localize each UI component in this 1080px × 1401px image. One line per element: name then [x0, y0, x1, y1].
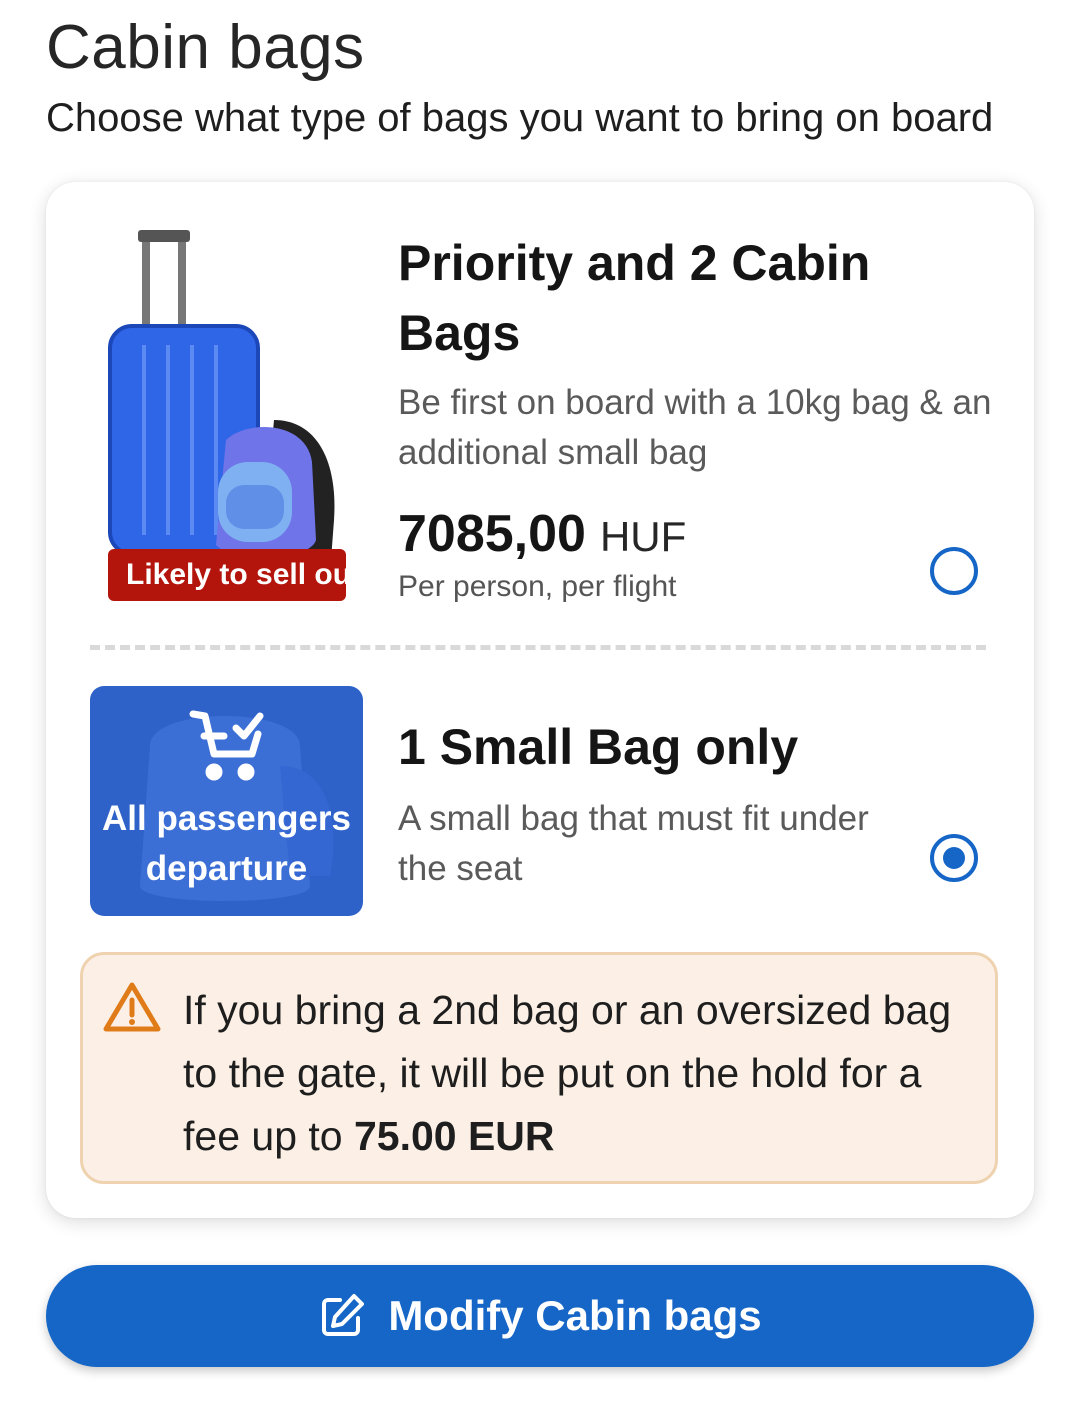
image-overlay-text: All passengers departure: [102, 799, 351, 888]
price-note: Per person, per flight: [398, 570, 677, 603]
modify-cabin-bags-button[interactable]: Modify Cabin bags: [46, 1265, 1034, 1367]
option-priority-2-cabin-bags[interactable]: Likely to sell ou Priority and 2 Cabin B…: [46, 182, 1034, 642]
radio-small-bag-selected[interactable]: [930, 834, 978, 882]
page-title: Cabin bags: [46, 13, 365, 82]
page-subtitle: Choose what type of bags you want to bri…: [46, 96, 994, 140]
warning-text: If you bring a 2nd bag or an oversized b…: [183, 979, 973, 1168]
radio-selected-dot: [943, 847, 965, 869]
price-currency: HUF: [599, 513, 687, 560]
price-amount: 7085,00: [398, 505, 586, 563]
radio-priority-unselected[interactable]: [930, 547, 978, 595]
option-description: Be first on board with a 10kg bag & an a…: [398, 383, 992, 472]
option-divider: [90, 645, 986, 650]
gate-bag-warning: If you bring a 2nd bag or an oversized b…: [80, 952, 998, 1184]
option-description: A small bag that must fit under the seat: [398, 799, 869, 888]
warning-message: If you bring a 2nd bag or an oversized b…: [183, 987, 952, 1159]
warning-fee-amount: 75.00 EUR: [353, 1113, 555, 1159]
modify-button-label: Modify Cabin bags: [388, 1292, 762, 1339]
edit-icon: [322, 1294, 365, 1336]
warning-icon: [103, 982, 161, 1032]
likely-to-sell-out-badge: Likely to sell ou: [108, 549, 346, 601]
option-title[interactable]: 1 Small Bag only: [398, 712, 958, 782]
option-title: Priority and 2 Cabin Bags: [398, 235, 871, 361]
suitcase-backpack-image: [106, 230, 346, 600]
small-bag-image: All passengers departure: [90, 686, 363, 916]
option-price: 7085,00 HUF: [398, 504, 686, 564]
cabin-bag-options-card: Likely to sell ou Priority and 2 Cabin B…: [46, 182, 1034, 1218]
